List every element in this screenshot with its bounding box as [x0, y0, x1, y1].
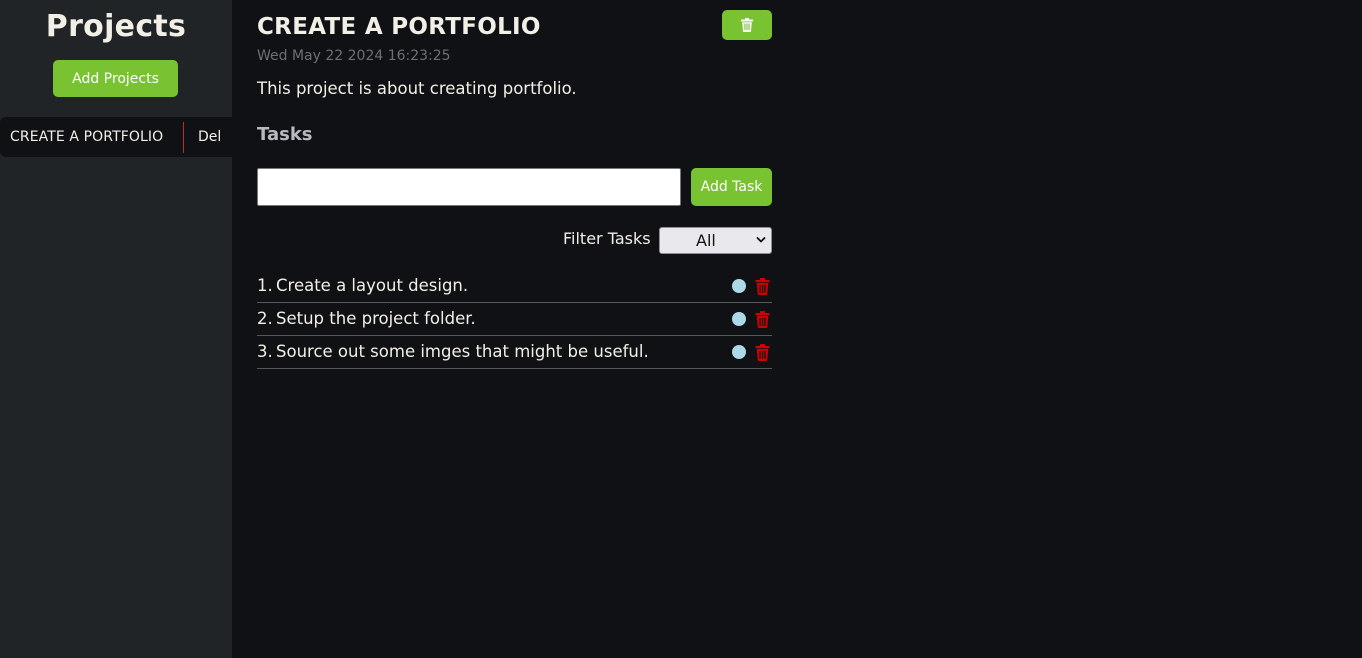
- filter-select[interactable]: All: [659, 227, 772, 254]
- filter-label: Filter Tasks: [563, 229, 651, 248]
- trash-icon[interactable]: [755, 278, 770, 295]
- trash-icon: [741, 18, 753, 32]
- filter-selected-value: All: [696, 231, 716, 250]
- task-status-toggle[interactable]: [732, 279, 746, 293]
- task-status-toggle[interactable]: [732, 312, 746, 326]
- task-input[interactable]: [257, 168, 681, 206]
- sidebar-title: Projects: [45, 9, 187, 44]
- trash-icon[interactable]: [755, 344, 770, 361]
- project-timestamp: Wed May 22 2024 16:23:25: [257, 48, 451, 64]
- task-row: 1. Create a layout design.: [257, 270, 772, 303]
- task-text: Source out some imges that might be usef…: [276, 342, 649, 361]
- task-text: Setup the project folder.: [276, 309, 476, 328]
- trash-icon[interactable]: [755, 311, 770, 328]
- project-item-label[interactable]: CREATE A PORTFOLIO: [10, 129, 163, 145]
- task-number: 2.: [257, 309, 273, 328]
- delete-project-link[interactable]: Del: [198, 129, 221, 145]
- task-row: 2. Setup the project folder.: [257, 303, 772, 336]
- task-list: 1. Create a layout design. 2. Setup the …: [257, 270, 772, 369]
- delete-project-button[interactable]: [722, 10, 772, 40]
- page-title: CREATE A PORTFOLIO: [257, 14, 541, 40]
- project-description: This project is about creating portfolio…: [257, 79, 577, 98]
- add-projects-button[interactable]: Add Projects: [53, 60, 178, 97]
- app-root: Projects Add Projects CREATE A PORTFOLIO…: [0, 0, 1362, 658]
- task-number: 1.: [257, 276, 273, 295]
- task-text: Create a layout design.: [276, 276, 469, 295]
- sidebar: Projects Add Projects CREATE A PORTFOLIO…: [0, 0, 232, 658]
- task-row: 3. Source out some imges that might be u…: [257, 336, 772, 369]
- tasks-heading: Tasks: [257, 124, 313, 145]
- add-task-button[interactable]: Add Task: [691, 168, 772, 206]
- divider: [183, 122, 184, 153]
- sidebar-item-project[interactable]: CREATE A PORTFOLIO Del: [0, 117, 232, 157]
- task-status-toggle[interactable]: [732, 345, 746, 359]
- task-number: 3.: [257, 342, 273, 361]
